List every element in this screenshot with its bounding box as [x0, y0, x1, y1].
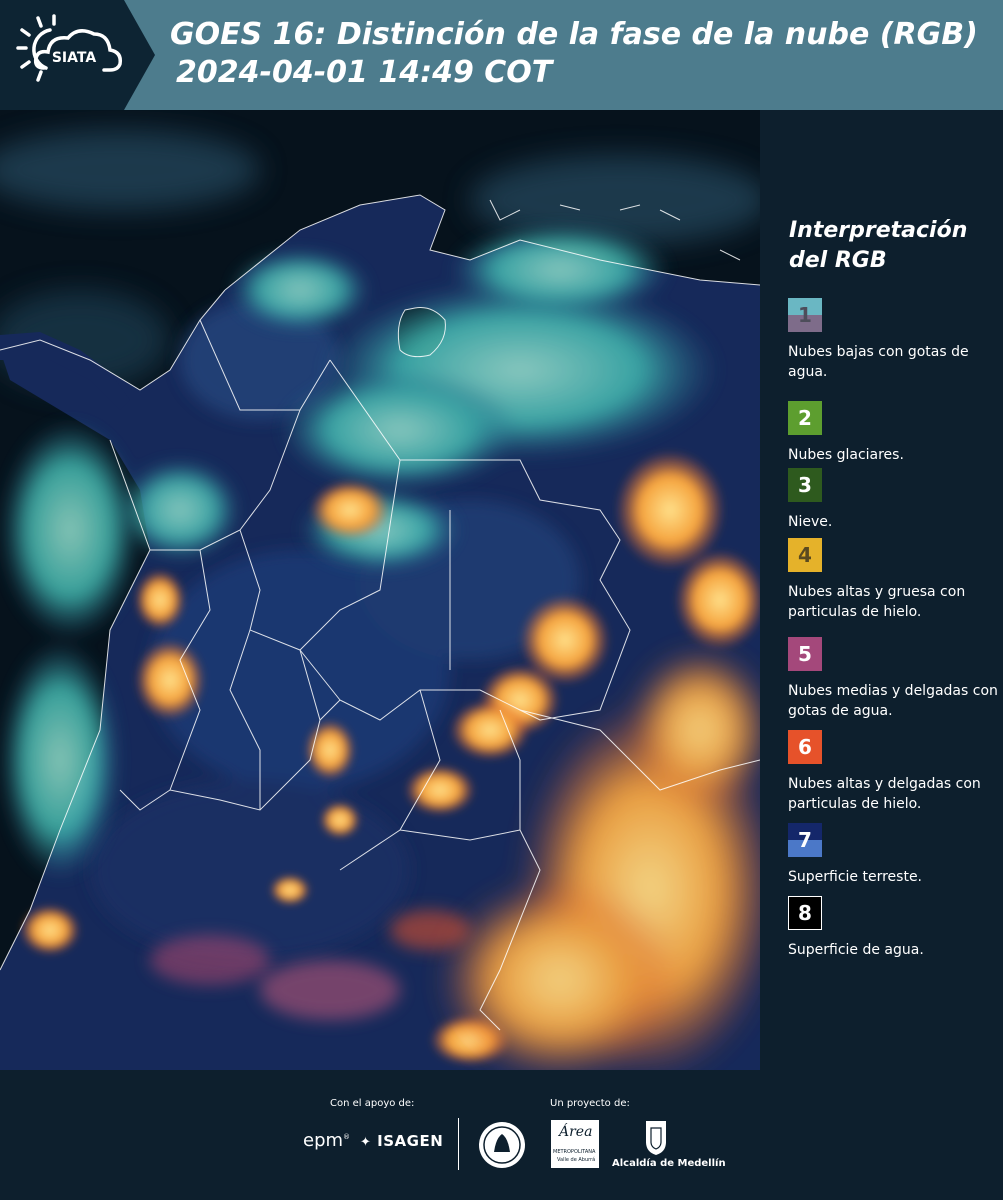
footer-divider: [458, 1118, 459, 1170]
legend-item-8: 8 Superficie de agua.: [788, 896, 998, 960]
alcaldia-text: Alcaldía de Medellín: [612, 1158, 726, 1169]
area-text: Área: [559, 1124, 593, 1140]
legend-label: Nieve.: [788, 514, 833, 530]
title-timestamp: 2024-04-01 14:49 COT: [176, 55, 553, 90]
legend-label: Nubes bajas con gotas de agua.: [788, 344, 969, 380]
legend-item-5: 5 Nubes medias y delgadas con gotas de ag…: [788, 637, 998, 721]
legend-label: Nubes altas y delgadas con particulas de…: [788, 776, 981, 812]
area-line2: Valle de Aburrá: [557, 1157, 596, 1163]
legend-label: Nubes altas y gruesa con particulas de h…: [788, 584, 966, 620]
legend-label: Superficie terreste.: [788, 869, 923, 885]
support-label: Con el apoyo de:: [330, 1098, 415, 1109]
legend-item-4: 4 Nubes altas y gruesa con particulas de …: [788, 538, 998, 622]
legend-item-2: 2 Nubes glaciares.: [788, 401, 998, 465]
seal-icon[interactable]: [477, 1120, 527, 1170]
legend-title-line2: del RGB: [789, 248, 887, 273]
legend-title: Interpretación del RGB: [789, 216, 989, 276]
isagen-icon: ✦: [360, 1135, 372, 1150]
legend-swatch: 5: [788, 637, 822, 671]
sun-cloud-icon: SIATA: [16, 14, 123, 82]
legend-title-line1: Interpretación: [789, 218, 968, 243]
legend-swatch: 2: [788, 401, 822, 435]
legend-item-3: 3 Nieve.: [788, 468, 998, 532]
epm-text: epm: [303, 1130, 344, 1151]
legend-swatch: 8: [788, 896, 822, 930]
legend-label: Nubes glaciares.: [788, 447, 904, 463]
isagen-text: ISAGEN: [377, 1132, 444, 1150]
epm-logo[interactable]: epm®: [303, 1130, 350, 1151]
logo-text: SIATA: [52, 50, 97, 66]
title-main: GOES 16: Distinción de la fase de la nub…: [170, 17, 978, 52]
legend-swatch: 6: [788, 730, 822, 764]
legend-item-1: 1 Nubes bajas con gotas de agua.: [788, 298, 998, 382]
legend-swatch: 1: [788, 298, 822, 332]
header-bar: SIATA GOES 16: Distinción de la fase de …: [0, 0, 1003, 110]
satellite-map[interactable]: [0, 110, 760, 1070]
project-label: Un proyecto de:: [550, 1098, 630, 1109]
page-title: GOES 16: Distinción de la fase de la nub…: [170, 16, 978, 92]
area-line1: METROPOLITANA: [553, 1149, 596, 1155]
legend-swatch: 7: [788, 823, 822, 857]
rgb-cloud-phase-image: [0, 110, 760, 1070]
area-metropolitana-logo[interactable]: Área METROPOLITANA Valle de Aburrá: [551, 1120, 599, 1168]
legend-item-6: 6 Nubes altas y delgadas con particulas d…: [788, 730, 998, 814]
legend-swatch: 4: [788, 538, 822, 572]
legend-panel: Interpretación del RGB 1 Nubes bajas con …: [760, 110, 1003, 1070]
legend-label: Nubes medias y delgadas con gotas de agu…: [788, 683, 998, 719]
isagen-logo[interactable]: ✦ ISAGEN: [360, 1132, 443, 1150]
footer: Con el apoyo de: Un proyecto de: epm® ✦ …: [0, 1070, 1003, 1200]
legend-item-7: 7 Superficie terreste.: [788, 823, 998, 887]
siata-logo[interactable]: SIATA: [0, 0, 155, 110]
medellin-shield-icon[interactable]: [643, 1118, 669, 1156]
legend-label: Superficie de agua.: [788, 942, 924, 958]
legend-swatch: 3: [788, 468, 822, 502]
